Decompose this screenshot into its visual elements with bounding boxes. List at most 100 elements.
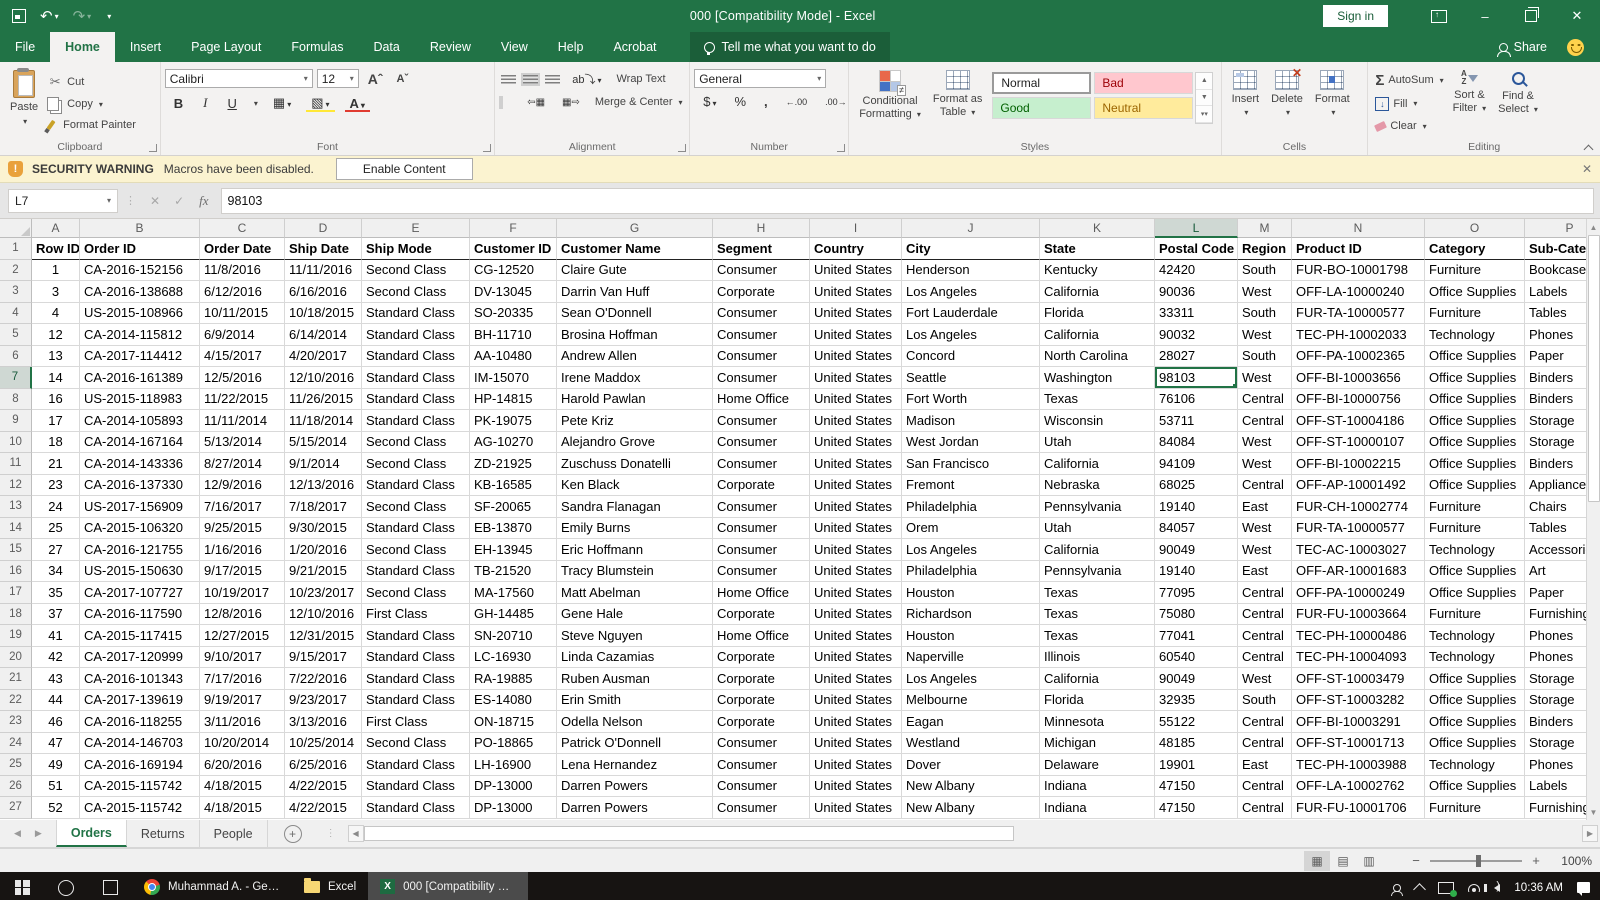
cell-C15[interactable]: 1/16/2016 xyxy=(200,539,285,561)
cell-O3[interactable]: Office Supplies xyxy=(1425,281,1525,303)
cell-N22[interactable]: OFF-ST-10003282 xyxy=(1292,690,1425,712)
cell-G25[interactable]: Lena Hernandez xyxy=(557,754,713,776)
cell-C12[interactable]: 12/9/2016 xyxy=(200,475,285,497)
cell-L10[interactable]: 84084 xyxy=(1155,432,1238,454)
pc-status-icon[interactable] xyxy=(1438,882,1454,894)
cell-A13[interactable]: 24 xyxy=(32,496,80,518)
cell-D9[interactable]: 11/18/2014 xyxy=(285,410,362,432)
row-header-21[interactable]: 21 xyxy=(0,668,32,690)
cell-G4[interactable]: Sean O'Donnell xyxy=(557,303,713,325)
cell-K5[interactable]: California xyxy=(1040,324,1155,346)
cell-C9[interactable]: 11/11/2014 xyxy=(200,410,285,432)
tab-insert[interactable]: Insert xyxy=(115,32,176,62)
cell-C6[interactable]: 4/15/2017 xyxy=(200,346,285,368)
row-header-4[interactable]: 4 xyxy=(0,303,32,325)
cell-B3[interactable]: CA-2016-138688 xyxy=(80,281,200,303)
cell-I11[interactable]: United States xyxy=(810,453,902,475)
cell-L2[interactable]: 42420 xyxy=(1155,260,1238,282)
cell-D13[interactable]: 7/18/2017 xyxy=(285,496,362,518)
row-header-7[interactable]: 7 xyxy=(0,367,32,389)
scroll-down-icon[interactable]: ▼ xyxy=(1587,804,1600,820)
cell-F11[interactable]: ZD-21925 xyxy=(470,453,557,475)
align-bottom-icon[interactable] xyxy=(545,75,560,84)
cell-H18[interactable]: Corporate xyxy=(713,604,810,626)
cell-B19[interactable]: CA-2015-117415 xyxy=(80,625,200,647)
cell-B4[interactable]: US-2015-108966 xyxy=(80,303,200,325)
cell-F15[interactable]: EH-13945 xyxy=(470,539,557,561)
sheet-tab-orders[interactable]: Orders xyxy=(56,820,127,847)
cell-N24[interactable]: OFF-ST-10001713 xyxy=(1292,733,1425,755)
cell-P23[interactable]: Binders xyxy=(1525,711,1586,733)
cell-M22[interactable]: South xyxy=(1238,690,1292,712)
cell-M9[interactable]: Central xyxy=(1238,410,1292,432)
cell-C1[interactable]: Order Date xyxy=(200,238,285,260)
cell-L6[interactable]: 28027 xyxy=(1155,346,1238,368)
cell-H4[interactable]: Consumer xyxy=(713,303,810,325)
cell-H21[interactable]: Corporate xyxy=(713,668,810,690)
cell-N27[interactable]: FUR-FU-10001706 xyxy=(1292,797,1425,819)
cell-L1[interactable]: Postal Code xyxy=(1155,238,1238,260)
cell-L14[interactable]: 84057 xyxy=(1155,518,1238,540)
cell-K19[interactable]: Texas xyxy=(1040,625,1155,647)
cell-J1[interactable]: City xyxy=(902,238,1040,260)
cell-E8[interactable]: Standard Class xyxy=(362,389,470,411)
cell-G8[interactable]: Harold Pawlan xyxy=(557,389,713,411)
cell-P24[interactable]: Storage xyxy=(1525,733,1586,755)
cell-K11[interactable]: California xyxy=(1040,453,1155,475)
row-header-13[interactable]: 13 xyxy=(0,496,32,518)
cell-L8[interactable]: 76106 xyxy=(1155,389,1238,411)
minimize-button[interactable]: – xyxy=(1462,0,1508,32)
cell-H14[interactable]: Consumer xyxy=(713,518,810,540)
cell-J19[interactable]: Houston xyxy=(902,625,1040,647)
tab-home[interactable]: Home xyxy=(50,32,115,62)
cell-M20[interactable]: Central xyxy=(1238,647,1292,669)
cell-H19[interactable]: Home Office xyxy=(713,625,810,647)
cell-E20[interactable]: Standard Class xyxy=(362,647,470,669)
cell-D14[interactable]: 9/30/2015 xyxy=(285,518,362,540)
task-view-button[interactable] xyxy=(88,872,132,900)
security-bar-close-icon[interactable]: ✕ xyxy=(1582,162,1592,176)
cell-L4[interactable]: 33311 xyxy=(1155,303,1238,325)
cell-P27[interactable]: Furnishings xyxy=(1525,797,1586,819)
cell-C23[interactable]: 3/11/2016 xyxy=(200,711,285,733)
cell-I23[interactable]: United States xyxy=(810,711,902,733)
cell-P22[interactable]: Storage xyxy=(1525,690,1586,712)
cell-G12[interactable]: Ken Black xyxy=(557,475,713,497)
cell-O10[interactable]: Office Supplies xyxy=(1425,432,1525,454)
cell-E25[interactable]: Standard Class xyxy=(362,754,470,776)
increase-indent-button[interactable]: ▦⇨ xyxy=(557,96,585,109)
cell-I8[interactable]: United States xyxy=(810,389,902,411)
page-layout-view-icon[interactable]: ▤ xyxy=(1330,851,1356,871)
cell-J17[interactable]: Houston xyxy=(902,582,1040,604)
row-header-27[interactable]: 27 xyxy=(0,797,32,819)
action-center-icon[interactable] xyxy=(1577,882,1590,893)
conditional-formatting-button[interactable]: ConditionalFormatting ▾ xyxy=(853,66,927,139)
cell-O20[interactable]: Technology xyxy=(1425,647,1525,669)
cell-L3[interactable]: 90036 xyxy=(1155,281,1238,303)
cell-D12[interactable]: 12/13/2016 xyxy=(285,475,362,497)
cell-B7[interactable]: CA-2016-161389 xyxy=(80,367,200,389)
cell-J14[interactable]: Orem xyxy=(902,518,1040,540)
cell-L11[interactable]: 94109 xyxy=(1155,453,1238,475)
add-sheet-button[interactable]: + xyxy=(284,825,302,843)
cell-F8[interactable]: HP-14815 xyxy=(470,389,557,411)
cell-G3[interactable]: Darrin Van Huff xyxy=(557,281,713,303)
sheet-nav-right-icon[interactable]: ▶ xyxy=(35,828,42,839)
cell-N20[interactable]: TEC-PH-10004093 xyxy=(1292,647,1425,669)
cell-N5[interactable]: TEC-PH-10002033 xyxy=(1292,324,1425,346)
start-button[interactable] xyxy=(0,872,44,900)
cell-B27[interactable]: CA-2015-115742 xyxy=(80,797,200,819)
cell-K27[interactable]: Indiana xyxy=(1040,797,1155,819)
cell-B1[interactable]: Order ID xyxy=(80,238,200,260)
cell-D2[interactable]: 11/11/2016 xyxy=(285,260,362,282)
cell-D8[interactable]: 11/26/2015 xyxy=(285,389,362,411)
cell-L16[interactable]: 19140 xyxy=(1155,561,1238,583)
clear-button[interactable]: Clear▾ xyxy=(1372,119,1446,133)
sheet-tab-returns[interactable]: Returns xyxy=(127,820,200,847)
cell-N25[interactable]: TEC-PH-10003988 xyxy=(1292,754,1425,776)
cancel-entry-icon[interactable]: ✕ xyxy=(143,194,167,208)
cell-L23[interactable]: 55122 xyxy=(1155,711,1238,733)
cell-style-bad[interactable]: Bad xyxy=(1094,72,1193,94)
zoom-percent[interactable]: 100% xyxy=(1550,854,1592,868)
cell-K16[interactable]: Pennsylvania xyxy=(1040,561,1155,583)
